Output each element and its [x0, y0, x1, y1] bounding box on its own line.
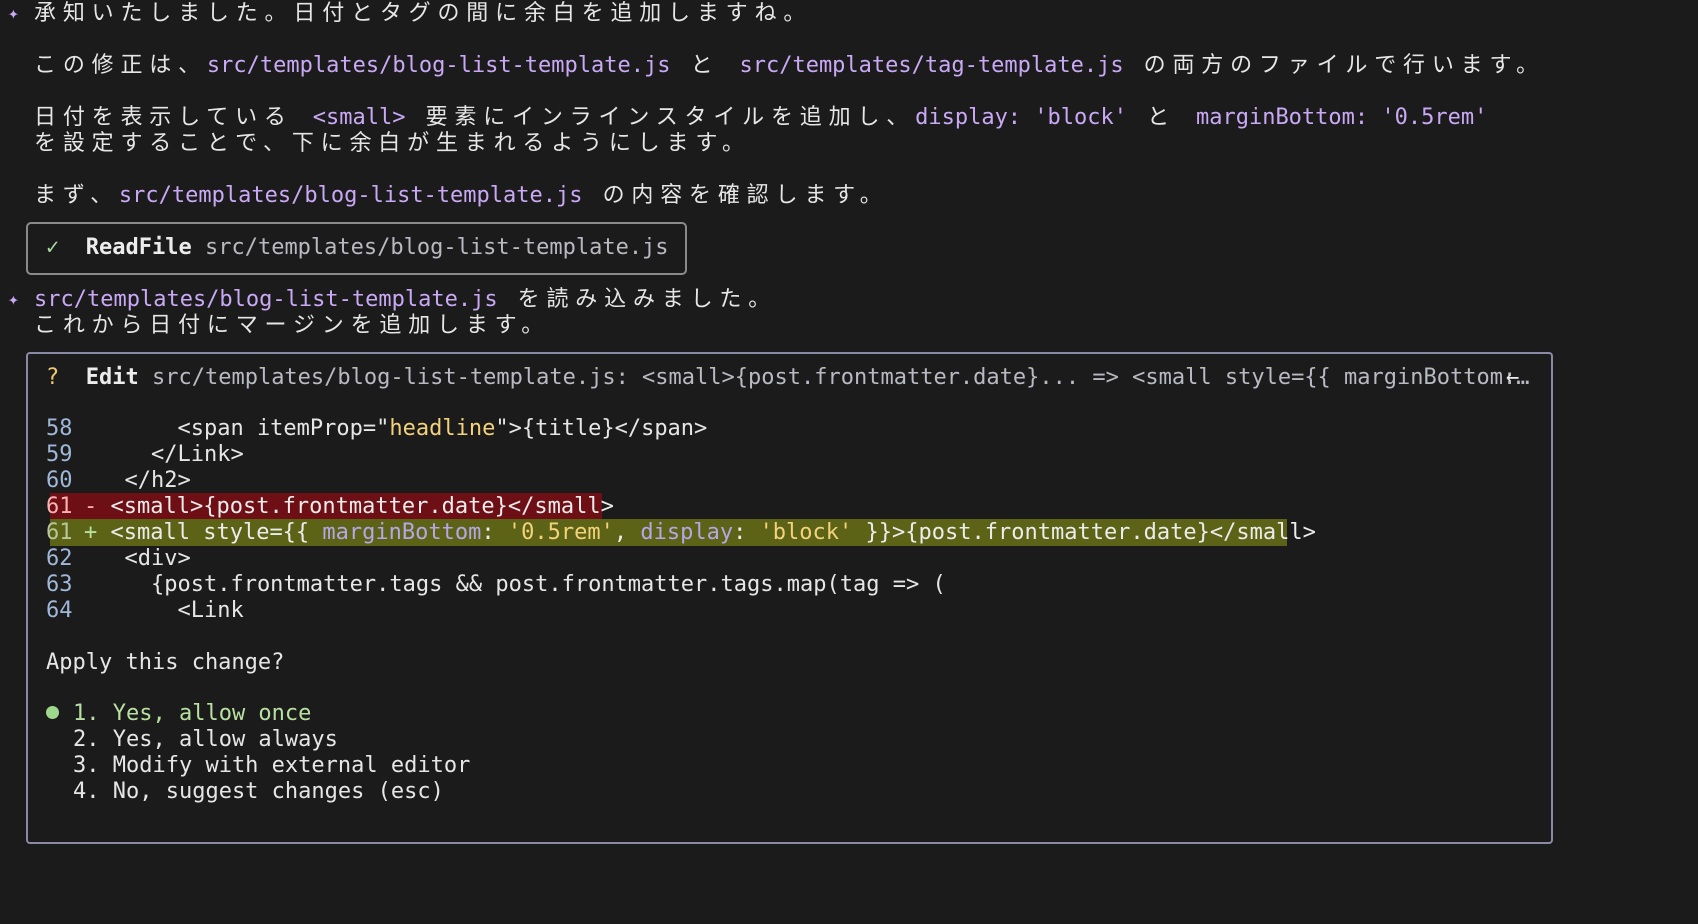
line-number: 64 — [46, 598, 73, 623]
line-number: 59 — [46, 442, 73, 467]
diff-line: 59 </Link> — [46, 441, 244, 469]
code: ">{title}</span> — [495, 416, 708, 441]
check-icon: ✓ — [46, 235, 60, 260]
option-allow-always[interactable]: 2. Yes, allow always — [73, 726, 338, 754]
code: </h2> — [98, 468, 191, 493]
line-number: 61 — [46, 520, 73, 545]
file-path: src/templates/tag-template.js — [739, 53, 1124, 78]
gemini-star-icon: ✦ — [8, 3, 19, 24]
code-string: headline — [389, 416, 496, 441]
code: {post.frontmatter.tags && post.frontmatt… — [98, 572, 946, 597]
option-label: 1. Yes, allow once — [73, 701, 312, 726]
code: <small style={{ — [110, 520, 323, 545]
message-line: src/templates/blog-list-template.js を読み込… — [34, 286, 777, 314]
edit-summary: src/templates/blog-list-template.js: <sm… — [151, 365, 1530, 390]
diff-line: 60 </h2> — [46, 467, 191, 495]
inline-code: <small> — [312, 105, 406, 130]
message-line: この修正は、src/templates/blog-list-template.j… — [34, 52, 1545, 80]
inline-code: marginBottom: '0.5rem' — [1195, 105, 1488, 130]
message-text: 要素にインラインスタイルを追加し、 — [405, 105, 916, 130]
option-allow-once[interactable]: 1. Yes, allow once — [46, 700, 311, 728]
diff-added-line: 61 + <small style={{ marginBottom: '0.5re… — [46, 519, 1316, 547]
diff-line: 64 <Link — [46, 597, 244, 625]
question-icon: ? — [46, 365, 60, 390]
arrow-left-icon: ← — [1506, 365, 1520, 390]
code-string: '0.5rem' — [507, 520, 614, 545]
message-text: と — [670, 53, 740, 78]
message-line: を設定することで、下に余白が生まれるようにします。 — [34, 131, 751, 156]
message-text: まず、 — [34, 183, 119, 208]
message-text: の内容を確認します。 — [582, 183, 889, 208]
readfile-line: ✓ ReadFile src/templates/blog-list-templ… — [46, 234, 669, 262]
code-key: display — [640, 520, 734, 545]
diff-removed-line: 61- <small>{post.frontmatter.date}</smal… — [46, 493, 614, 521]
message-line: これから日付にマージンを追加します。 — [34, 313, 551, 338]
code-string: 'block' — [759, 520, 853, 545]
code: : — [733, 520, 760, 545]
line-number: 61 — [46, 494, 73, 519]
message-text: と — [1127, 105, 1196, 130]
diff-line: 62 <div> — [46, 545, 191, 573]
line-number: 63 — [46, 572, 73, 597]
tool-name: Edit — [85, 365, 139, 390]
diff-line: 58 <span itemProp="headline">{title}</sp… — [46, 415, 707, 443]
tool-path: src/templates/blog-list-template.js — [204, 235, 669, 260]
line-number: 58 — [46, 416, 73, 441]
message-line: 日付を表示している <small> 要素にインラインスタイルを追加し、displ… — [34, 104, 1487, 132]
code: : — [481, 520, 508, 545]
edit-header: ? Edit src/templates/blog-list-template.… — [46, 364, 1529, 392]
selected-dot-icon — [46, 705, 59, 719]
tool-name: ReadFile — [85, 235, 192, 260]
diff-line: 63 {post.frontmatter.tags && post.frontm… — [46, 571, 946, 599]
option-external-editor[interactable]: 3. Modify with external editor — [73, 752, 470, 780]
code: </Link> — [98, 442, 244, 467]
inline-code: display: 'block' — [915, 105, 1128, 130]
file-path: src/templates/blog-list-template.js — [206, 53, 671, 78]
option-suggest-changes[interactable]: 4. No, suggest changes (esc) — [73, 778, 444, 806]
message-line: 承知いたしました。日付とタグの間に余白を追加しますね。 — [34, 1, 813, 26]
diff-sign: + — [84, 520, 98, 545]
gemini-star-icon: ✦ — [8, 289, 19, 310]
code-key: marginBottom — [322, 520, 482, 545]
code: , — [613, 520, 641, 545]
diff-sign: - — [84, 494, 98, 519]
message-text: この修正は、 — [34, 53, 207, 78]
code: <span itemProp=" — [98, 416, 390, 441]
file-path: src/templates/blog-list-template.js — [34, 287, 498, 312]
code: <Link — [98, 598, 244, 623]
apply-question: Apply this change? — [46, 650, 285, 675]
code: <div> — [98, 546, 191, 571]
message-text: の両方のファイルで行います。 — [1123, 53, 1545, 78]
message-line: まず、src/templates/blog-list-template.js の… — [34, 182, 889, 210]
file-path: src/templates/blog-list-template.js — [118, 183, 583, 208]
code: }}>{post.frontmatter.date}</small> — [852, 520, 1316, 545]
code: <small>{post.frontmatter.date}</small> — [110, 494, 614, 519]
message-text: を読み込みました。 — [497, 287, 778, 312]
line-number: 62 — [46, 546, 73, 571]
message-text: 日付を表示している — [34, 105, 313, 130]
line-number: 60 — [46, 468, 73, 493]
